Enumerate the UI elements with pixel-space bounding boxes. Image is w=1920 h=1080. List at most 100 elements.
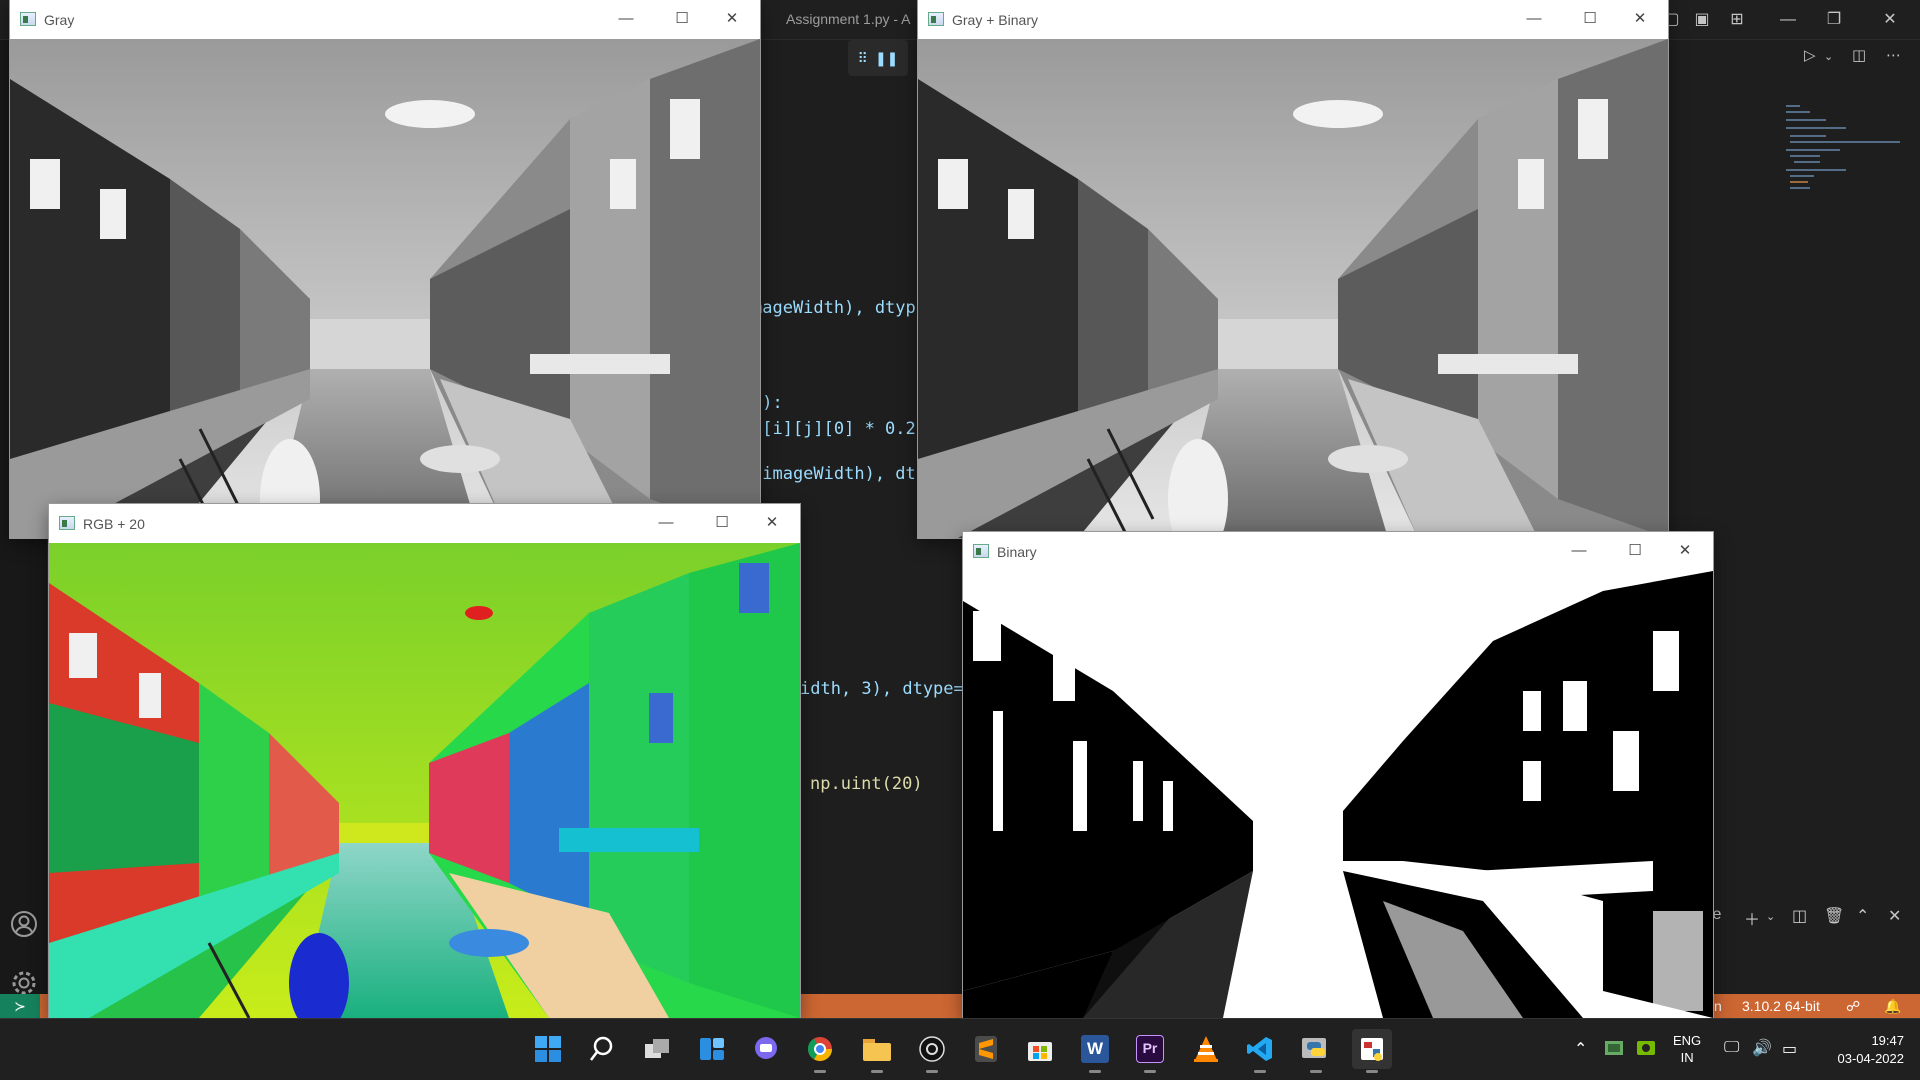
window-binary[interactable]: Binary — ☐ ✕	[963, 532, 1713, 1018]
app-icon	[59, 516, 75, 530]
bell-icon[interactable]: 🔔	[1884, 998, 1901, 1015]
image-canvas	[918, 39, 1668, 538]
chat-button[interactable]	[746, 1029, 786, 1069]
widgets-button[interactable]	[692, 1029, 732, 1069]
window-titlebar[interactable]: Binary — ☐ ✕	[963, 532, 1713, 571]
window-titlebar[interactable]: RGB + 20 — ☐ ✕	[49, 504, 800, 543]
chat-icon	[755, 1037, 777, 1059]
task-view-icon	[645, 1039, 669, 1058]
close-button[interactable]: ✕	[1665, 538, 1705, 564]
close-button[interactable]: ✕	[1620, 6, 1660, 32]
color-shifted-canal-image	[49, 543, 800, 1018]
editor-actions: ▷ ⌄ ◫ ⋯	[1790, 44, 1920, 72]
code-line[interactable]: np.uint(20)	[810, 774, 923, 794]
app-icon	[973, 544, 989, 558]
python-button[interactable]	[1296, 1029, 1336, 1073]
python-interpreter[interactable]: 3.10.2 64-bit	[1742, 998, 1820, 1014]
close-button[interactable]: ✕	[752, 510, 792, 536]
code-line[interactable]: l[i][j][0] * 0.2	[752, 419, 916, 439]
window-titlebar[interactable]: Gray — ☐ ✕	[10, 0, 760, 39]
window-minimize-icon[interactable]: —	[1776, 8, 1800, 32]
taskbar: W Pr ⌃ ENG IN 🖵 🔊 ▭ 19:47 03-04-2022	[0, 1018, 1920, 1080]
maximize-button[interactable]: ☐	[662, 6, 702, 32]
clock[interactable]: 19:47 03-04-2022	[1822, 1032, 1905, 1068]
sublime-icon	[975, 1036, 997, 1062]
word-button[interactable]: W	[1075, 1029, 1115, 1073]
accounts-icon[interactable]	[0, 900, 48, 948]
minimize-button[interactable]: —	[1514, 6, 1554, 32]
split-editor-icon[interactable]: ◫	[1852, 46, 1866, 64]
close-panel-icon[interactable]: ✕	[1888, 906, 1901, 926]
drag-handle-icon[interactable]: ⠿	[858, 50, 868, 67]
window-titlebar[interactable]: Gray + Binary — ☐ ✕	[918, 0, 1668, 39]
close-button[interactable]: ✕	[712, 6, 752, 32]
vscode-button[interactable]	[1240, 1029, 1280, 1073]
chevron-up-icon[interactable]: ⌃	[1574, 1039, 1587, 1059]
vscode-title: Assignment 1.py - A	[786, 11, 911, 27]
pause-icon[interactable]: ❚❚	[875, 50, 898, 67]
code-line[interactable]: idth, 3), dtype=n	[800, 679, 974, 699]
vlc-icon	[1194, 1036, 1218, 1062]
store-button[interactable]	[1020, 1029, 1060, 1069]
window-gray[interactable]: Gray — ☐ ✕	[10, 0, 760, 538]
grayscale-canal-image	[918, 39, 1668, 538]
chevron-up-icon[interactable]: ⌃	[1856, 906, 1869, 926]
minimize-button[interactable]: —	[606, 6, 646, 32]
feedback-icon[interactable]: ☍	[1846, 998, 1860, 1015]
volume-icon[interactable]: 🔊	[1752, 1038, 1772, 1058]
window-title: Gray	[44, 12, 75, 28]
store-icon	[1028, 1042, 1052, 1061]
sublime-button[interactable]	[966, 1029, 1006, 1069]
folder-icon	[863, 1039, 891, 1061]
start-button[interactable]	[528, 1029, 568, 1069]
window-rgb-plus-20[interactable]: RGB + 20 — ☐ ✕	[49, 504, 800, 1018]
battery-icon[interactable]: ▭	[1782, 1039, 1797, 1059]
widgets-icon	[700, 1038, 724, 1060]
maximize-button[interactable]: ☐	[1570, 6, 1610, 32]
window-restore-icon[interactable]: ❐	[1822, 8, 1846, 32]
chrome-button[interactable]	[800, 1029, 840, 1073]
trash-icon[interactable]: 🗑	[1824, 906, 1844, 926]
run-icon[interactable]: ▷	[1804, 46, 1816, 64]
image-canvas	[49, 543, 800, 1018]
maximize-button[interactable]: ☐	[1615, 538, 1655, 564]
image-canvas	[963, 571, 1713, 1018]
language-indicator[interactable]: ENG IN	[1673, 1032, 1701, 1066]
customize-layout-icon[interactable]: ⊞	[1725, 8, 1749, 32]
window-close-icon[interactable]: ✕	[1878, 8, 1902, 32]
clock-time: 19:47	[1871, 1033, 1904, 1048]
vlc-button[interactable]	[1186, 1029, 1226, 1069]
image-viewer-button[interactable]	[1352, 1029, 1392, 1073]
chevron-down-icon[interactable]: ⌄	[1766, 910, 1775, 923]
language-code: ENG	[1673, 1033, 1702, 1048]
new-terminal-icon[interactable]: ＋	[1744, 906, 1760, 930]
tray-app-icon[interactable]	[1604, 1039, 1624, 1060]
layout-panel-icon[interactable]: ▣	[1690, 8, 1714, 32]
panel-toolbar: ole ＋ ⌄ ◫ 🗑 ⌃ ✕	[1700, 900, 1920, 936]
window-gray-binary[interactable]: Gray + Binary — ☐ ✕	[918, 0, 1668, 538]
status-fragment[interactable]: n	[1714, 998, 1722, 1014]
vscode-icon	[1247, 1037, 1272, 1061]
obs-button[interactable]	[912, 1029, 952, 1073]
more-actions-icon[interactable]: ⋯	[1886, 46, 1901, 64]
app-icon	[20, 12, 36, 26]
premiere-button[interactable]: Pr	[1130, 1029, 1170, 1073]
search-button[interactable]	[582, 1029, 622, 1069]
split-terminal-icon[interactable]: ◫	[1792, 906, 1807, 926]
chevron-down-icon[interactable]: ⌄	[1824, 50, 1833, 63]
premiere-icon: Pr	[1136, 1035, 1164, 1063]
window-title: RGB + 20	[83, 516, 145, 532]
maximize-button[interactable]: ☐	[702, 510, 742, 536]
code-line[interactable]: imageWidth), dt	[752, 464, 916, 484]
task-view-button[interactable]	[637, 1029, 677, 1069]
code-line[interactable]: mageWidth), dtyp	[752, 298, 916, 318]
binary-canal-image	[963, 571, 1713, 1018]
network-icon[interactable]: 🖵	[1724, 1039, 1739, 1057]
minimize-button[interactable]: —	[646, 510, 686, 536]
region-code: IN	[1680, 1050, 1694, 1065]
grayscale-canal-image	[10, 39, 760, 538]
minimize-button[interactable]: —	[1559, 538, 1599, 564]
nvidia-icon[interactable]	[1636, 1039, 1656, 1060]
file-explorer-button[interactable]	[857, 1029, 897, 1073]
remote-indicator-icon[interactable]: ≻	[0, 994, 40, 1018]
